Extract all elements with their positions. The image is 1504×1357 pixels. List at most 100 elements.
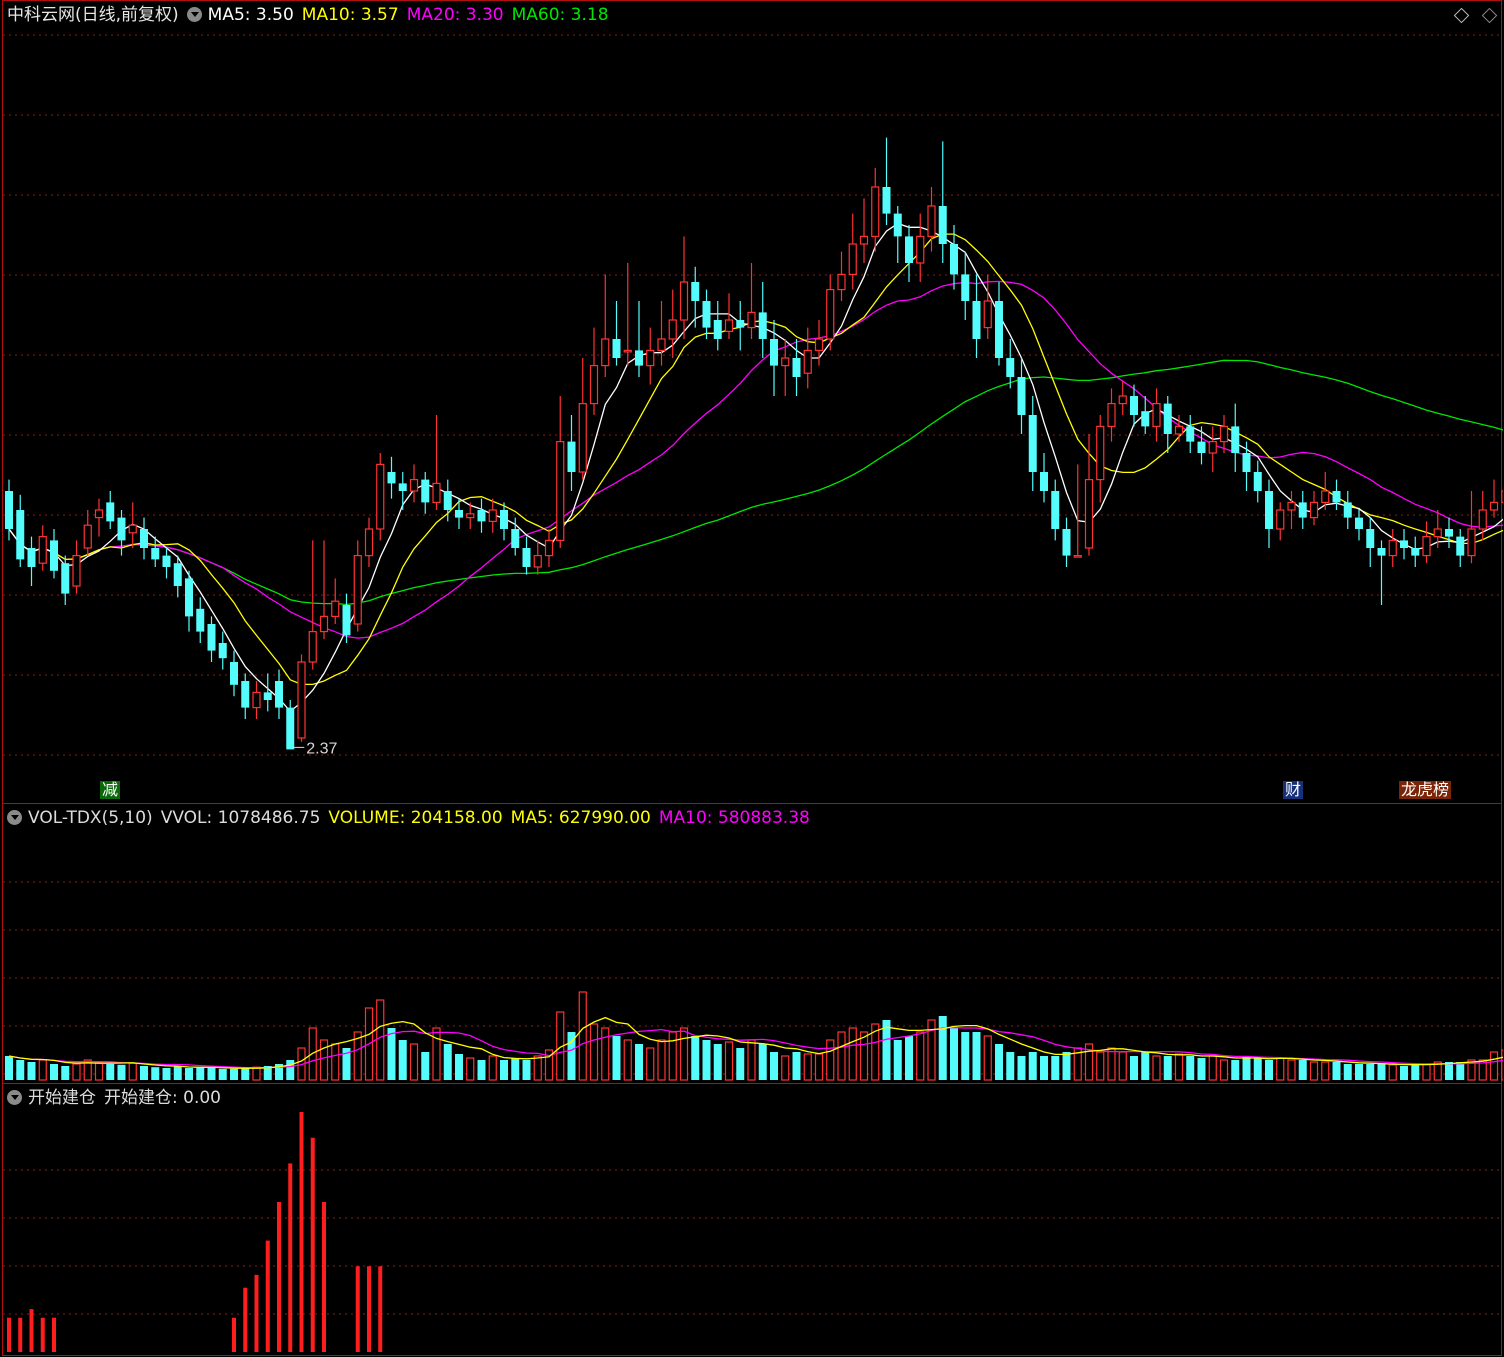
candle [331,578,340,624]
candle [1422,521,1431,564]
volume-bar [432,1027,441,1081]
candle-body [455,510,463,518]
candle [736,301,745,351]
candle [713,301,722,351]
volume-bar [1152,1055,1161,1081]
event-tag-dragon-tiger[interactable]: 龙虎榜 [1399,781,1452,799]
candle-body [1219,425,1229,443]
candle [1489,479,1499,518]
volume-bar [1298,1060,1307,1080]
candle-body [1051,491,1060,529]
volume-bar [859,1031,869,1081]
volume-bar [286,1060,295,1080]
volume-bar [781,1055,790,1081]
candle [679,236,689,339]
candle-body [1276,509,1285,530]
candle-body [623,349,632,353]
volume-bar [995,1044,1003,1080]
candle [1051,479,1060,541]
volume-bar [1040,1056,1048,1080]
volume-panel[interactable]: VOL-TDX(5,10) VVOL: 1078486.75 VOLUME: 204… [2,803,1503,1084]
candle-body [38,535,47,564]
candle-body [848,243,857,275]
candle [1400,529,1408,560]
volume-bar [1332,1062,1341,1080]
candle [691,266,700,328]
volume-bar [376,999,385,1081]
volume-bar [770,1052,778,1080]
candle-body [1400,540,1408,548]
volume-bar [196,1067,205,1080]
volume-bar [488,1055,497,1081]
candle [983,274,992,339]
indicator-panel[interactable]: 开始建仓 开始建仓: 0.00 [2,1083,1503,1356]
candle-body [668,319,677,340]
volume-bar [938,1016,947,1080]
volume-bar [1445,1062,1453,1080]
ma20-line [8,280,1503,639]
candle-body [522,548,531,567]
volume-bar [1006,1052,1015,1080]
volume-bar [893,1040,902,1080]
volume-bar [1163,1056,1172,1080]
candle [1276,502,1285,541]
candle [1411,536,1420,567]
volume-bar [679,1027,689,1081]
candle-body [331,600,340,618]
volume-bar [500,1060,508,1080]
candle [275,669,283,719]
volume-bar [1287,1059,1296,1081]
candle-body [1028,415,1037,472]
volume-bar [331,1043,340,1081]
candle-body [1445,529,1453,537]
candle-body [140,529,148,548]
volume-bar [1028,1052,1037,1080]
candle [882,137,891,225]
candle [1501,490,1503,503]
candle-body [961,274,970,301]
candle-body [128,524,137,534]
candle [477,498,486,533]
candle [1366,517,1375,567]
candle-body [1174,425,1184,435]
volume-bar [319,1039,329,1081]
indicator-bar [52,1317,56,1352]
volume-bar [443,1044,452,1080]
candle-body [16,510,25,560]
candle [1186,415,1195,453]
volume-bar [916,1031,925,1081]
event-tag-finance[interactable]: 财 [1283,781,1304,799]
candle-body [781,357,790,367]
candle [995,282,1003,366]
candle-body [94,509,104,519]
volume-bar [61,1066,70,1080]
candle [106,491,115,529]
candle [567,415,576,491]
candle [27,536,36,586]
volume-bar [668,1031,677,1081]
indicator-bar [7,1317,11,1352]
candle [409,464,419,503]
candle [252,681,261,719]
candle-body [1152,403,1161,428]
price-panel[interactable]: 中科云网(日线,前复权) MA5: 3.50 MA10: 3.57 MA20: 3.3… [2,0,1503,804]
volume-bar [882,1020,891,1080]
volume-bar [1253,1058,1262,1080]
volume-bar [826,1039,835,1081]
volume-bar [117,1064,126,1080]
candle-body [500,510,508,529]
candle [38,525,47,571]
event-tag-reduce[interactable]: 减 [100,781,121,799]
candle-body [196,608,205,632]
volume-bar [1197,1058,1206,1080]
candle-body [173,563,182,586]
volume-bar [747,1039,756,1081]
volume-bar [387,1028,396,1080]
candle-body [1265,491,1273,529]
candle-body [117,517,126,541]
candle-body [1388,539,1397,557]
candle [207,616,216,662]
candle [1028,396,1037,491]
indicator-bar [254,1274,259,1352]
candle-body [1321,490,1330,503]
